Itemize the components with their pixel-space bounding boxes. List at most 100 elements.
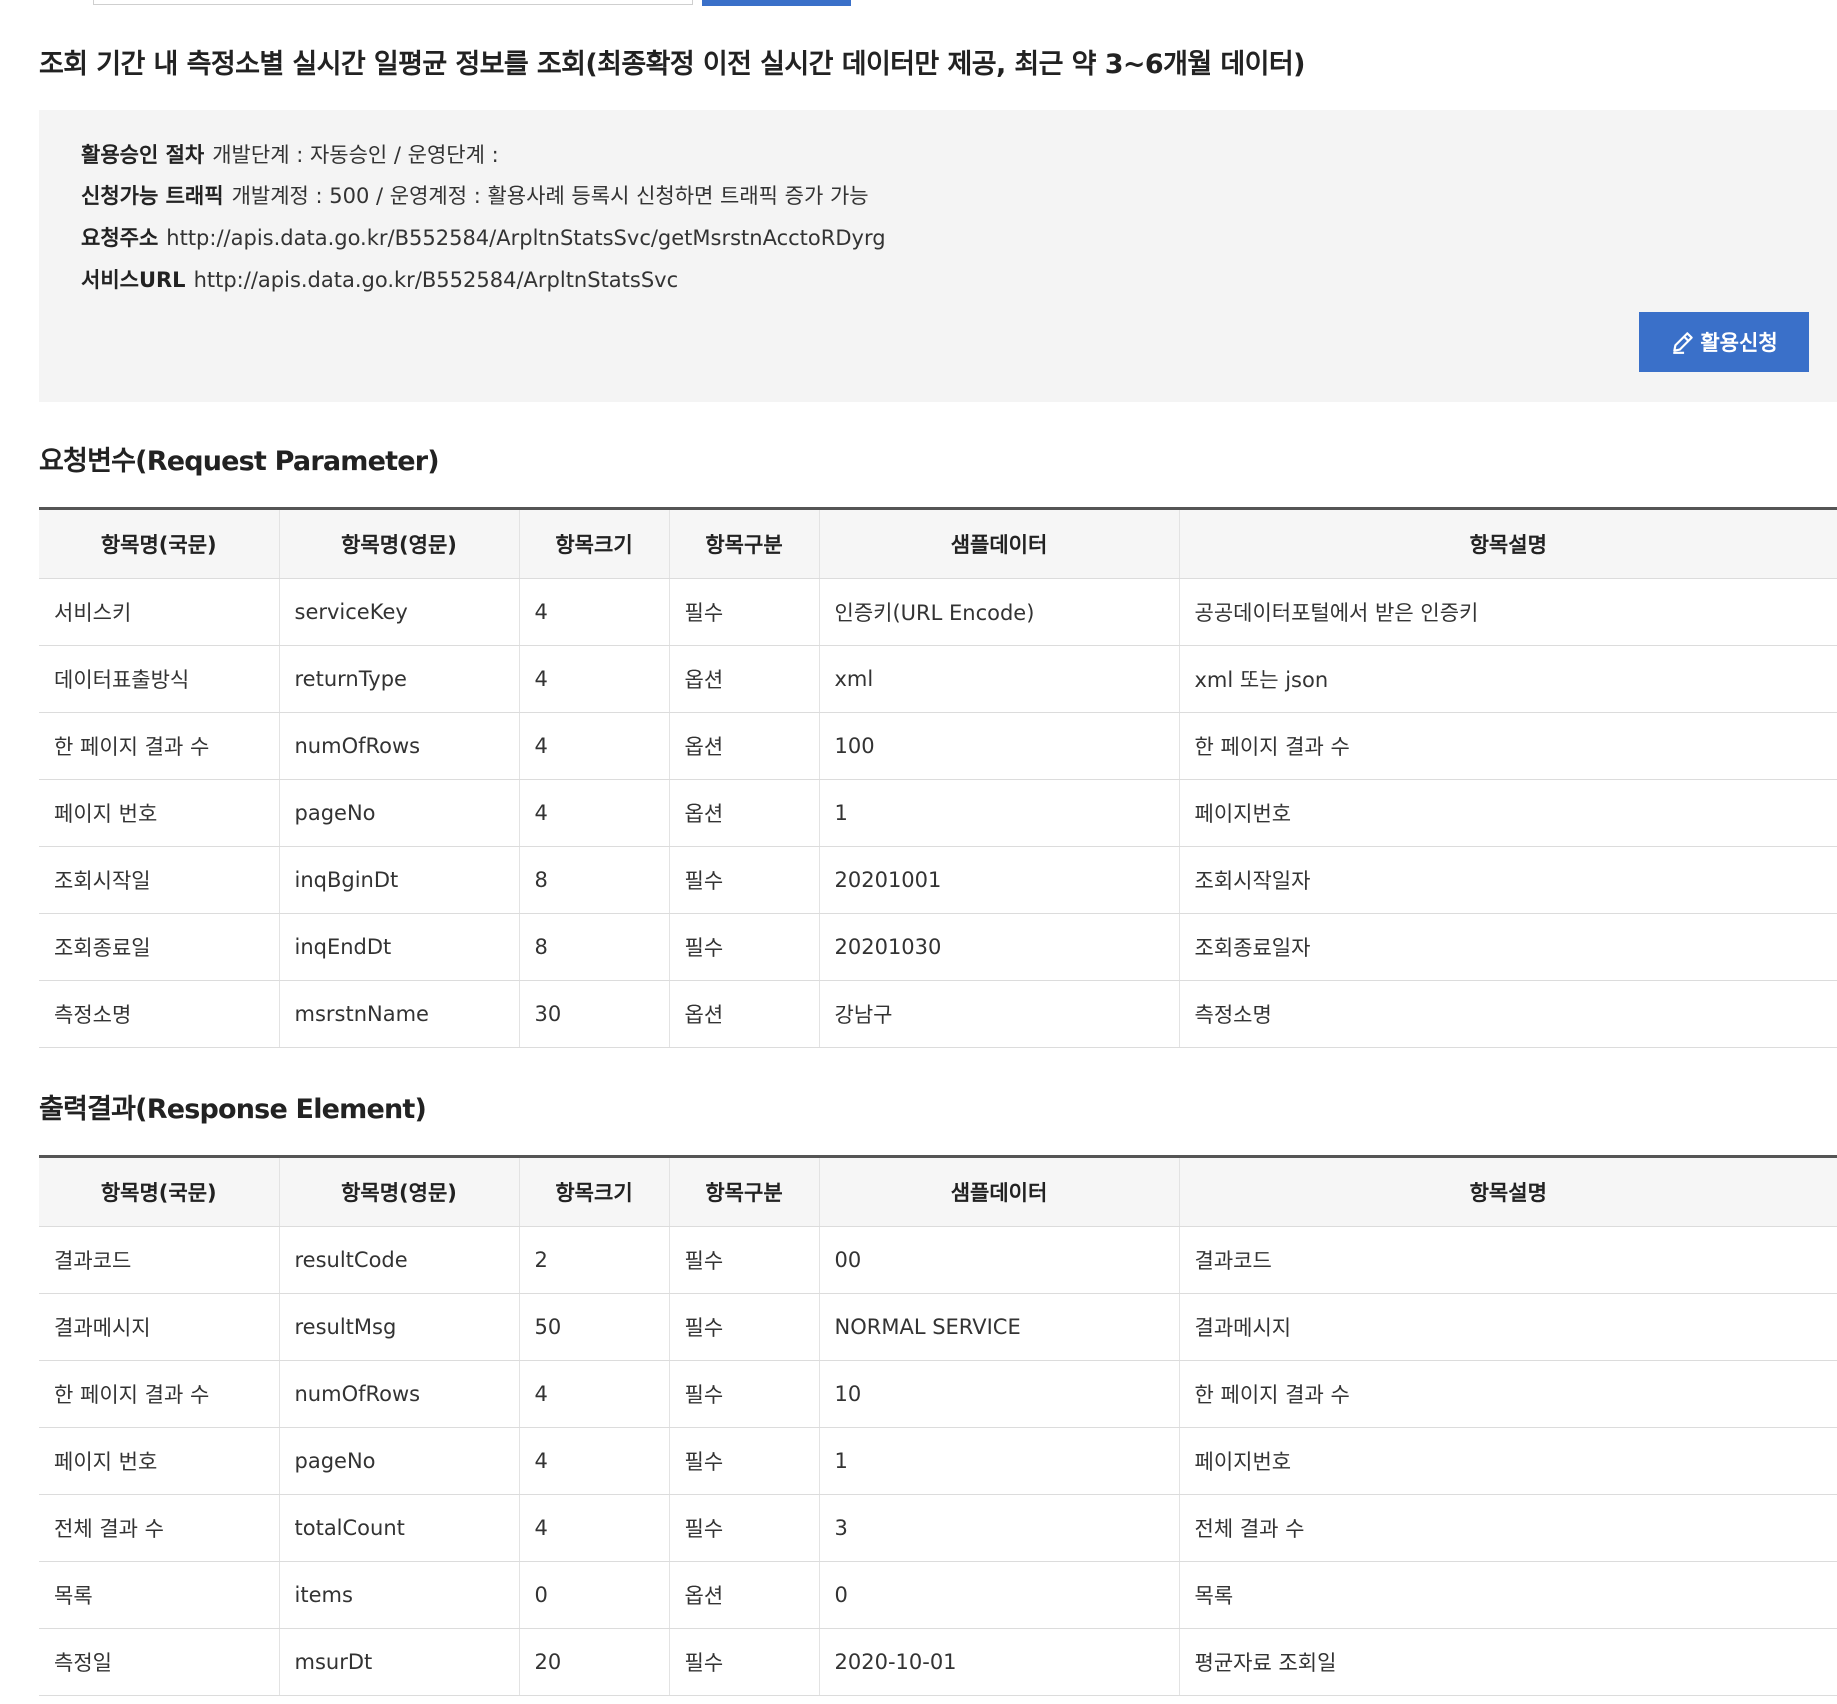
table-cell: 20 bbox=[519, 1628, 670, 1696]
table-cell: totalCount bbox=[279, 1494, 520, 1562]
table-row: 결과메시지 resultMsg 50 필수 NORMAL SERVICE 결과메시지 bbox=[39, 1293, 1837, 1361]
table-cell: 100 bbox=[819, 712, 1180, 780]
table-cell: serviceKey bbox=[279, 578, 520, 646]
table-cell: 2020-10-01 bbox=[819, 1628, 1180, 1696]
table-cell: NORMAL SERVICE bbox=[819, 1293, 1180, 1361]
approval-row: 활용승인 절차 개발단계 : 자동승인 / 운영단계 : bbox=[81, 141, 499, 169]
column-header: 샘플데이터 bbox=[819, 508, 1180, 579]
table-cell: 필수 bbox=[669, 578, 820, 646]
table-cell: 0 bbox=[519, 1561, 670, 1629]
table-cell: 결과메시지 bbox=[1179, 1293, 1837, 1361]
table-row: 목록 items 0 옵션 0 목록 bbox=[39, 1561, 1837, 1629]
table-row: 한 페이지 결과 수 numOfRows 4 필수 10 한 페이지 결과 수 bbox=[39, 1360, 1837, 1428]
table-cell: msrstnName bbox=[279, 980, 520, 1048]
table-header-row: 항목명(국문) 항목명(영문) 항목크기 항목구분 샘플데이터 항목설명 bbox=[39, 508, 1837, 579]
table-cell: 30 bbox=[519, 980, 670, 1048]
request-parameter-table: 항목명(국문) 항목명(영문) 항목크기 항목구분 샘플데이터 항목설명 서비스키 serv… bbox=[39, 507, 1837, 1048]
request-url-value: http://apis.data.go.kr/B552584/ArpltnSta… bbox=[166, 226, 886, 250]
table-cell: numOfRows bbox=[279, 712, 520, 780]
table-row: 데이터표출방식 returnType 4 옵션 xml xml 또는 json bbox=[39, 645, 1837, 713]
table-cell: 4 bbox=[519, 578, 670, 646]
table-row: 한 페이지 결과 수 numOfRows 4 옵션 100 한 페이지 결과 수 bbox=[39, 712, 1837, 780]
table-cell: 옵션 bbox=[669, 712, 820, 780]
column-header: 샘플데이터 bbox=[819, 1156, 1180, 1227]
search-button[interactable] bbox=[702, 0, 851, 6]
table-cell: 서비스키 bbox=[39, 578, 280, 646]
table-row: 페이지 번호 pageNo 4 필수 1 페이지번호 bbox=[39, 1427, 1837, 1495]
table-cell: 평균자료 조회일 bbox=[1179, 1628, 1837, 1696]
table-cell: 00 bbox=[819, 1226, 1180, 1294]
traffic-label: 신청가능 트래픽 bbox=[81, 184, 224, 208]
pencil-icon bbox=[1673, 332, 1694, 354]
table-cell: 필수 bbox=[669, 913, 820, 981]
table-cell: 10 bbox=[819, 1360, 1180, 1428]
service-url-label: 서비스URL bbox=[81, 268, 186, 292]
table-cell: 전체 결과 수 bbox=[1179, 1494, 1837, 1562]
table-cell: 결과코드 bbox=[1179, 1226, 1837, 1294]
table-cell: 한 페이지 결과 수 bbox=[1179, 1360, 1837, 1428]
approval-label: 활용승인 절차 bbox=[81, 143, 205, 167]
table-cell: 20201030 bbox=[819, 913, 1180, 981]
table-cell: resultMsg bbox=[279, 1293, 520, 1361]
table-cell: pageNo bbox=[279, 1427, 520, 1495]
table-cell: 1 bbox=[819, 1427, 1180, 1495]
table-row: 조회시작일 inqBginDt 8 필수 20201001 조회시작일자 bbox=[39, 846, 1837, 914]
table-cell: 측정소명 bbox=[39, 980, 280, 1048]
table-cell: 옵션 bbox=[669, 645, 820, 713]
table-cell: 옵션 bbox=[669, 980, 820, 1048]
approval-value: 개발단계 : 자동승인 / 운영단계 : bbox=[212, 143, 499, 167]
table-cell: returnType bbox=[279, 645, 520, 713]
table-cell: xml 또는 json bbox=[1179, 645, 1837, 713]
table-row: 조회종료일 inqEndDt 8 필수 20201030 조회종료일자 bbox=[39, 913, 1837, 981]
table-cell: 결과코드 bbox=[39, 1226, 280, 1294]
table-cell: 4 bbox=[519, 1427, 670, 1495]
table-cell: resultCode bbox=[279, 1226, 520, 1294]
column-header: 항목명(국문) bbox=[39, 508, 280, 579]
table-cell: 필수 bbox=[669, 846, 820, 914]
table-row: 측정일 msurDt 20 필수 2020-10-01 평균자료 조회일 bbox=[39, 1628, 1837, 1696]
table-cell: 조회시작일자 bbox=[1179, 846, 1837, 914]
table-cell: 한 페이지 결과 수 bbox=[39, 1360, 280, 1428]
response-section-title: 출력결과(Response Element) bbox=[39, 1094, 427, 1125]
search-input[interactable] bbox=[93, 0, 693, 5]
table-cell: 필수 bbox=[669, 1494, 820, 1562]
table-cell: 필수 bbox=[669, 1293, 820, 1361]
column-header: 항목구분 bbox=[669, 508, 820, 579]
table-cell: 필수 bbox=[669, 1226, 820, 1294]
table-cell: inqEndDt bbox=[279, 913, 520, 981]
apply-button[interactable]: 활용신청 bbox=[1639, 312, 1809, 372]
table-cell: items bbox=[279, 1561, 520, 1629]
apply-button-label: 활용신청 bbox=[1700, 331, 1778, 355]
table-cell: 옵션 bbox=[669, 779, 820, 847]
table-cell: 8 bbox=[519, 913, 670, 981]
table-cell: 조회종료일자 bbox=[1179, 913, 1837, 981]
table-cell: pageNo bbox=[279, 779, 520, 847]
table-cell: 목록 bbox=[39, 1561, 280, 1629]
table-cell: 목록 bbox=[1179, 1561, 1837, 1629]
table-row: 전체 결과 수 totalCount 4 필수 3 전체 결과 수 bbox=[39, 1494, 1837, 1562]
column-header: 항목명(국문) bbox=[39, 1156, 280, 1227]
table-cell: 2 bbox=[519, 1226, 670, 1294]
table-header-row: 항목명(국문) 항목명(영문) 항목크기 항목구분 샘플데이터 항목설명 bbox=[39, 1156, 1837, 1227]
table-cell: numOfRows bbox=[279, 1360, 520, 1428]
request-section-title: 요청변수(Request Parameter) bbox=[39, 446, 440, 477]
table-cell: 4 bbox=[519, 1360, 670, 1428]
table-cell: 전체 결과 수 bbox=[39, 1494, 280, 1562]
table-cell: 데이터표출방식 bbox=[39, 645, 280, 713]
table-cell: xml bbox=[819, 645, 1180, 713]
table-row: 페이지 번호 pageNo 4 옵션 1 페이지번호 bbox=[39, 779, 1837, 847]
table-cell: 1 bbox=[819, 779, 1180, 847]
table-cell: 페이지 번호 bbox=[39, 1427, 280, 1495]
table-cell: 필수 bbox=[669, 1628, 820, 1696]
table-cell: 조회시작일 bbox=[39, 846, 280, 914]
table-cell: 필수 bbox=[669, 1427, 820, 1495]
table-cell: 한 페이지 결과 수 bbox=[1179, 712, 1837, 780]
table-cell: 4 bbox=[519, 1494, 670, 1562]
table-cell: 0 bbox=[819, 1561, 1180, 1629]
table-cell: 측정일 bbox=[39, 1628, 280, 1696]
api-info-box: 활용승인 절차 개발단계 : 자동승인 / 운영단계 : 신청가능 트래픽 개발계정… bbox=[39, 110, 1837, 402]
response-element-table: 항목명(국문) 항목명(영문) 항목크기 항목구분 샘플데이터 항목설명 결과코드 resu… bbox=[39, 1155, 1837, 1696]
service-url-row: 서비스URL http://apis.data.go.kr/B552584/Arp… bbox=[81, 266, 678, 294]
table-cell: inqBginDt bbox=[279, 846, 520, 914]
table-cell: 한 페이지 결과 수 bbox=[39, 712, 280, 780]
